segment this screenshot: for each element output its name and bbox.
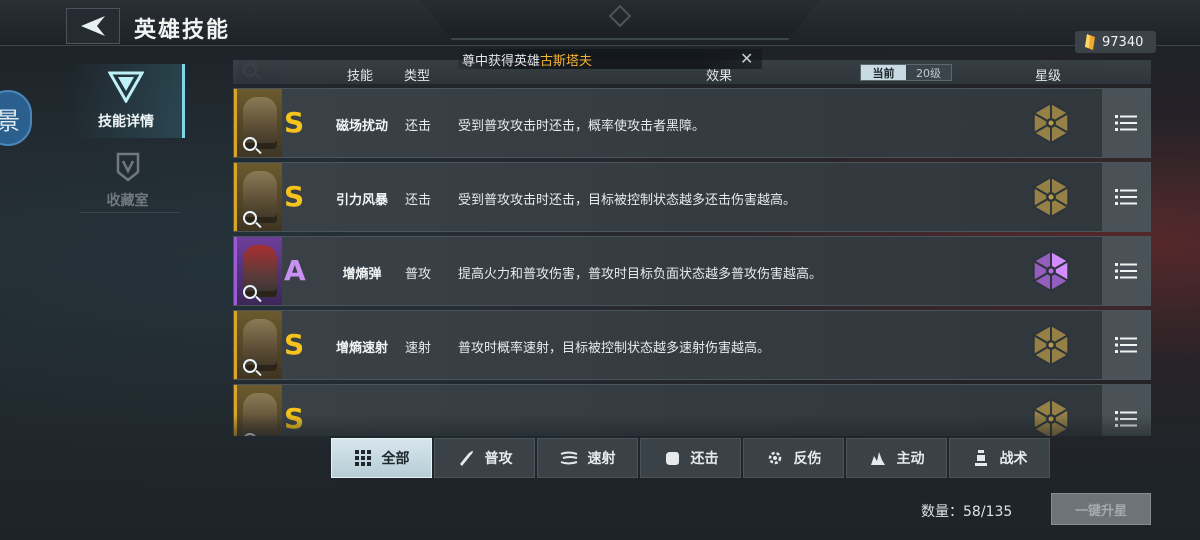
skill-effect: 普攻时概率速射，目标被控制状态越多速射伤害越高。 [458,341,771,356]
skill-grade: S [284,180,305,213]
v-emblem-icon [108,71,144,103]
filter-tab-label: 反伤 [793,451,822,467]
skill-name: 增熵弹 [342,267,382,282]
crystal-icon [1085,34,1095,50]
skill-name: 引力风暴 [335,193,388,208]
grid-icon [354,449,372,467]
magnifier-icon[interactable] [243,285,257,299]
skill-effect: 提高火力和普攻伤害，普攻时目标负面状态越多普攻伤害越高。 [458,267,823,282]
shield-v-icon [116,152,139,182]
magnifier-icon[interactable] [243,137,257,151]
sidebar: 技能详情 收藏室 [70,64,185,214]
skill-name: 增熵速射 [335,341,388,356]
sidebar-item-label: 收藏室 [106,193,149,209]
sidebar-divider [80,212,180,213]
header-type: 类型 [404,69,431,84]
filter-tab-4[interactable]: 反伤 [743,438,844,478]
hero-portrait[interactable] [234,237,282,305]
fist-icon [663,449,681,467]
list-icon [1115,263,1137,279]
star-level-icon [1031,101,1071,145]
filter-tab-1[interactable]: 普攻 [434,438,535,478]
table-row[interactable]: S 增熵速射 速射 普攻时概率速射，目标被控制状态越多速射伤害越高。 [233,310,1151,380]
header-skill: 技能 [347,69,374,84]
skill-grade: S [284,106,305,139]
list-fade [233,414,1151,436]
star-level-icon [1031,249,1071,293]
side-badge[interactable]: 景 [0,90,32,146]
currency-display[interactable]: 97340 [1075,31,1156,53]
acquisition-notification: 尊中获得英雄 古斯塔夫 ✕ [458,49,762,69]
skill-grade: S [284,328,305,361]
sidebar-item-label: 技能详情 [98,114,154,130]
skill-effect: 受到普攻攻击时还击，目标被控制状态越多还击伤害越高。 [458,193,797,208]
filter-tab-label: 还击 [690,451,719,467]
skill-type: 还击 [404,119,431,134]
count-value: 58/135 [963,504,1013,520]
filter-tab-2[interactable]: 速射 [537,438,638,478]
table-row[interactable]: S 引力风暴 还击 受到普攻攻击时还击，目标被控制状态越多还击伤害越高。 [233,162,1151,232]
magnifier-icon[interactable] [243,359,257,373]
filter-tab-label: 全部 [381,451,410,467]
filter-tab-label: 速射 [587,451,616,467]
upgrade-all-button[interactable]: 一键升星 [1051,493,1151,525]
list-icon [1115,115,1137,131]
hero-portrait[interactable] [234,89,282,157]
filter-tab-5[interactable]: 主动 [846,438,947,478]
skill-effect: 受到普攻攻击时还击，概率使攻击者黑障。 [458,119,706,134]
filter-tab-0[interactable]: 全部 [331,438,432,478]
sidebar-item-skill-details[interactable]: 技能详情 [70,64,185,138]
skill-name: 磁场扰动 [335,119,388,134]
table-row[interactable]: A 增熵弹 普攻 提高火力和普攻伤害，普攻时目标负面状态越多普攻伤害越高。 [233,236,1151,306]
skill-type: 普攻 [404,267,431,282]
row-menu-button[interactable] [1102,163,1150,231]
close-icon[interactable]: ✕ [740,49,753,69]
flame-icon [869,449,887,467]
skill-grade: A [284,254,306,287]
notification-prefix: 尊中获得英雄 [462,53,541,69]
skill-rows: A 干扰技 还击 提高自身伤害，受到普攻攻击时还击。 S 磁场扰动 还击 受到普… [233,60,1151,436]
hero-portrait[interactable] [234,163,282,231]
gear-icon [766,449,784,467]
filter-tab-label: 战术 [999,451,1028,467]
skill-count: 数量：58/135 [921,501,1012,521]
sidebar-item-collection[interactable]: 收藏室 [70,144,185,218]
magnifier-icon[interactable] [243,211,257,225]
toggle-level20[interactable]: 20级 [906,65,951,80]
hero-portrait[interactable] [234,311,282,379]
notification-hero-name: 古斯塔夫 [540,53,593,69]
row-menu-button[interactable] [1102,311,1150,379]
page-title: 英雄技能 [134,18,231,43]
list-icon [1115,189,1137,205]
level-toggle[interactable]: 当前 20级 [860,64,952,81]
filter-tab-6[interactable]: 战术 [949,438,1050,478]
skill-type: 还击 [404,193,431,208]
filter-tabs: 全部 普攻 速射 还击 反伤 主动 战术 [331,438,1051,478]
skill-table: 技能 类型 效果 当前 20级 星级 A 干扰技 还击 提高自身伤害，受到普攻攻… [233,60,1151,436]
filter-tab-label: 主动 [896,451,925,467]
skill-type: 速射 [404,341,431,356]
header-star: 星级 [1035,69,1062,84]
currency-amount: 97340 [1102,34,1144,50]
bullet-icon [457,449,475,467]
count-label: 数量： [921,504,963,520]
row-menu-button[interactable] [1102,237,1150,305]
back-arrow-icon [81,16,105,36]
back-button[interactable] [66,8,120,44]
star-level-icon [1031,323,1071,367]
tower-icon [972,449,990,467]
star-level-icon [1031,175,1071,219]
toggle-current[interactable]: 当前 [861,65,906,80]
table-row[interactable]: S 磁场扰动 还击 受到普攻攻击时还击，概率使攻击者黑障。 [233,88,1151,158]
filter-tab-3[interactable]: 还击 [640,438,741,478]
side-badge-glyph: 景 [0,106,20,135]
list-icon [1115,337,1137,353]
filter-tab-label: 普攻 [484,451,513,467]
row-menu-button[interactable] [1102,89,1150,157]
wind-icon [560,449,578,467]
